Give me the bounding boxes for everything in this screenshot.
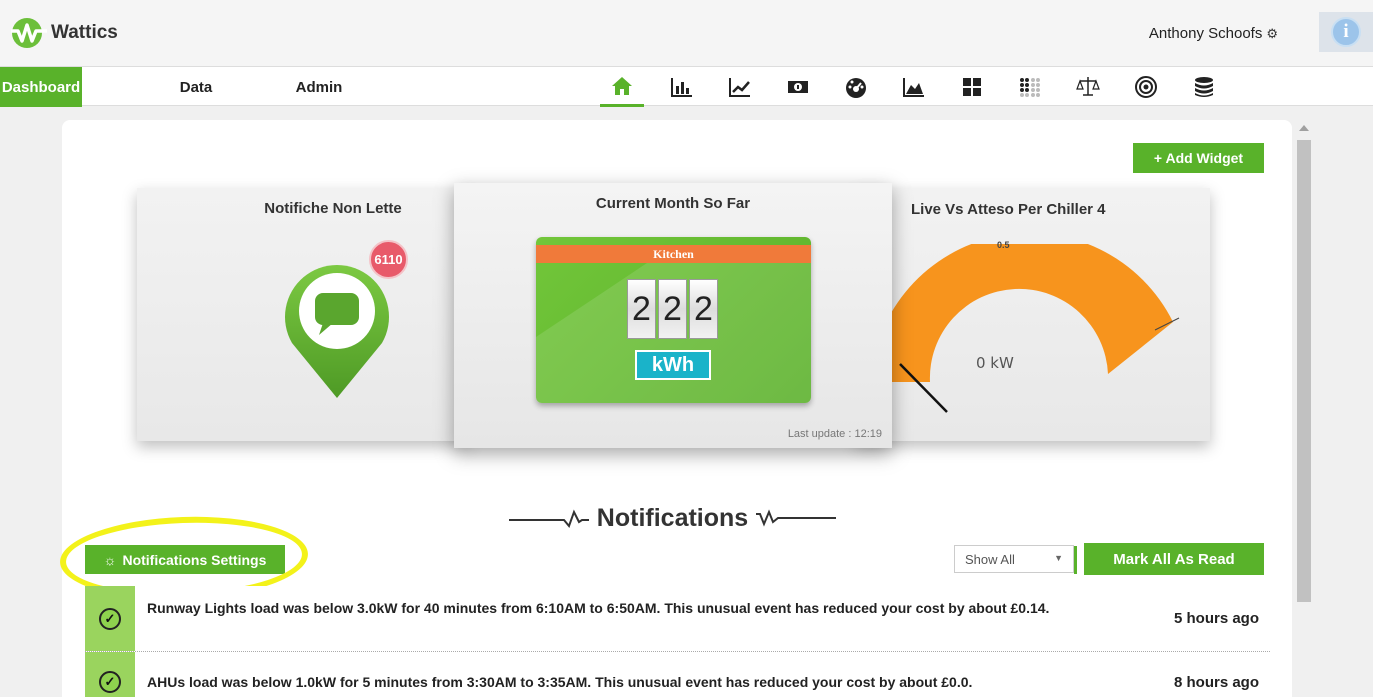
notification-message: AHUs load was below 1.0kW for 5 minutes … <box>147 674 973 690</box>
counter-location: Kitchen <box>536 245 811 263</box>
energy-counter-card: Kitchen 2 2 2 kWh <box>536 237 811 403</box>
last-update-text: Last update : 12:19 <box>787 428 882 440</box>
gears-icon: ⚙ <box>1266 25 1278 41</box>
check-icon[interactable]: ✓ <box>99 607 121 630</box>
tab-admin[interactable]: Admin <box>294 67 344 107</box>
scrollbar[interactable] <box>1295 120 1313 697</box>
area-chart-icon[interactable] <box>892 67 936 107</box>
notification-time: 5 hours ago <box>1173 610 1259 627</box>
counter-digit: 2 <box>689 279 718 339</box>
tab-data[interactable]: Data <box>174 67 218 107</box>
notification-row[interactable]: ✓ AHUs load was below 1.0kW for 5 minute… <box>85 652 1270 697</box>
pulse-right-icon <box>756 509 837 527</box>
gauge-arc <box>870 244 1180 413</box>
counter-digit: 2 <box>627 279 656 339</box>
info-icon: i <box>1331 17 1361 47</box>
scroll-thumb[interactable] <box>1297 140 1311 602</box>
add-widget-button[interactable]: + Add Widget <box>1133 143 1264 173</box>
app-name: Wattics <box>51 22 118 43</box>
notification-filter-select[interactable]: Show All ▼ <box>954 545 1077 574</box>
unread-count-badge: 6110 <box>369 240 408 279</box>
counter-digit: 2 <box>658 279 687 339</box>
widget-title: Current Month So Far <box>595 195 751 212</box>
chiller-gauge-widget[interactable]: Live Vs Atteso Per Chiller 4 <box>855 188 1210 441</box>
dashboard-icon[interactable] <box>834 67 878 107</box>
money-icon[interactable] <box>776 67 820 107</box>
scroll-up-arrow-icon[interactable] <box>1299 125 1309 131</box>
notification-status: ✓ <box>85 652 135 697</box>
counter-digits: 2 2 2 <box>627 279 720 339</box>
dropdown-arrow-icon: ▼ <box>1054 553 1063 563</box>
bar-chart-icon[interactable] <box>660 67 704 107</box>
main-nav: Dashboard Data Admin <box>0 66 1373 107</box>
select-accent <box>1074 546 1077 574</box>
tab-dashboard[interactable]: Dashboard <box>0 67 82 107</box>
notifications-heading: Notifications <box>500 500 845 536</box>
notification-message: Runway Lights load was below 3.0kW for 4… <box>147 600 1050 616</box>
notifications-list: ✓ Runway Lights load was below 3.0kW for… <box>85 586 1270 697</box>
wattics-logo-icon <box>11 18 47 48</box>
chat-pin-icon <box>285 264 389 398</box>
gauge-max-label: 0.5 <box>997 240 1010 250</box>
target-icon[interactable] <box>1124 67 1168 107</box>
dots-grid-icon[interactable] <box>1008 67 1052 107</box>
notifications-title: Notifications <box>596 503 749 532</box>
grid-icon[interactable] <box>950 67 994 107</box>
notification-status: ✓ <box>85 586 135 651</box>
gauge-value: 0 kW <box>976 354 1014 372</box>
notification-time: 8 hours ago <box>1173 674 1259 691</box>
unread-notifications-widget[interactable]: Notifiche Non Lette <box>137 188 469 441</box>
widget-title: Live Vs Atteso Per Chiller 4 <box>911 201 1106 218</box>
mark-all-read-button[interactable]: Mark All As Read <box>1084 543 1264 575</box>
database-icon[interactable] <box>1182 67 1226 107</box>
pulse-left-icon <box>508 509 589 528</box>
counter-unit: kWh <box>635 350 711 380</box>
top-bar: Wattics Anthony Schoofs ⚙ i <box>0 0 1373 66</box>
home-icon[interactable] <box>600 67 644 107</box>
notification-row[interactable]: ✓ Runway Lights load was below 3.0kW for… <box>85 586 1270 652</box>
line-chart-icon[interactable] <box>718 67 762 107</box>
user-name: Anthony Schoofs <box>1148 25 1263 42</box>
widget-title: Notifiche Non Lette <box>264 200 402 217</box>
check-icon[interactable]: ✓ <box>99 671 121 693</box>
filter-value: Show All <box>965 551 1015 567</box>
user-menu[interactable]: Anthony Schoofs ⚙ <box>1149 25 1278 42</box>
app-logo[interactable]: Wattics <box>10 17 118 49</box>
info-button[interactable]: i <box>1319 12 1373 52</box>
balance-scale-icon[interactable] <box>1066 67 1110 107</box>
